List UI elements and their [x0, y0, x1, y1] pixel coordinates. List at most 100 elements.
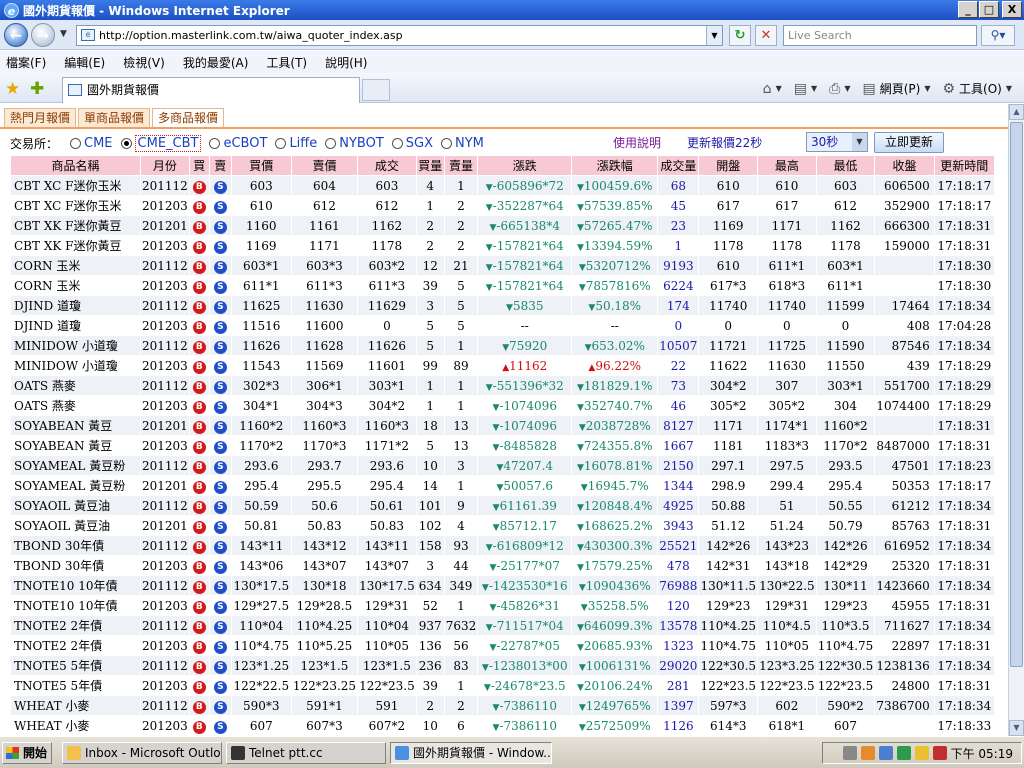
window-titlebar[interactable]: e 國外期貨報價 - Windows Internet Explorer _ □… [0, 0, 1024, 20]
buy-button[interactable]: B [192, 680, 206, 694]
table-row[interactable]: TNOTE2 2年債 201112 B S 110*04 110*4.25 110*04 93… [10, 615, 995, 636]
sell-button[interactable]: S [213, 540, 227, 554]
help-link[interactable]: 使用說明 [613, 134, 661, 151]
search-icon[interactable]: ⚲▾ [981, 25, 1015, 46]
sell-button[interactable]: S [213, 440, 227, 454]
security-icon[interactable] [896, 746, 911, 760]
sell-button[interactable]: S [213, 420, 227, 434]
tab-single-quote[interactable]: 單商品報價 [78, 108, 151, 128]
update-now-button[interactable]: 立即更新 [874, 132, 944, 153]
exchange-nym[interactable]: NYM [455, 136, 484, 151]
scrollbar-thumb[interactable] [1010, 122, 1023, 667]
buy-button[interactable]: B [192, 540, 206, 554]
sell-button[interactable]: S [213, 400, 227, 414]
task-outlook[interactable]: Inbox - Microsoft Outlook [62, 742, 222, 764]
task-ie[interactable]: 國外期貨報價 - Window... [390, 742, 552, 764]
sell-button[interactable]: S [213, 260, 227, 274]
radio-cme-cbt[interactable] [120, 137, 132, 149]
table-row[interactable]: OATS 燕麥 201112 B S 302*3 306*1 303*1 1 1 ▼-551396… [10, 375, 995, 396]
sell-button[interactable]: S [213, 660, 227, 674]
table-row[interactable]: TNOTE2 2年債 201203 B S 110*4.75 110*5.25 110*05… [10, 635, 995, 656]
buy-button[interactable]: B [192, 480, 206, 494]
sell-button[interactable]: S [213, 720, 227, 734]
sell-button[interactable]: S [213, 600, 227, 614]
table-row[interactable]: OATS 燕麥 201203 B S 304*1 304*3 304*2 1 1 ▼-107409… [10, 395, 995, 416]
favorites-star-icon[interactable]: ★ [5, 79, 20, 99]
address-dropdown-icon[interactable]: ▼ [706, 26, 722, 45]
table-row[interactable]: TNOTE5 5年債 201112 B S 123*1.25 123*1.5 123*1.5… [10, 655, 995, 676]
address-input[interactable]: e http://option.masterlink.com.tw/aiwa_q… [76, 25, 723, 46]
radio-sgx[interactable] [391, 137, 403, 149]
buy-button[interactable]: B [192, 360, 206, 374]
buy-button[interactable]: B [192, 340, 206, 354]
buy-button[interactable]: B [192, 220, 206, 234]
radio-liffe[interactable] [275, 137, 287, 149]
table-row[interactable]: SOYAMEAL 黃豆粉 201201 B S 295.4 295.5 295.4 14 1 ▼5… [10, 475, 995, 496]
buy-button[interactable]: B [192, 620, 206, 634]
sell-button[interactable]: S [213, 580, 227, 594]
table-row[interactable]: CBT XK F迷你黃豆 201203 B S 1169 1171 1178 2 2 ▼-1578… [10, 235, 995, 256]
sell-button[interactable]: S [213, 300, 227, 314]
buy-button[interactable]: B [192, 520, 206, 534]
home-icon[interactable]: ⌂ [763, 81, 772, 97]
radio-nym[interactable] [441, 137, 453, 149]
close-button[interactable]: X [1002, 1, 1022, 18]
radio-cme[interactable] [70, 137, 82, 149]
sell-button[interactable]: S [213, 340, 227, 354]
sell-button[interactable]: S [213, 560, 227, 574]
forward-button[interactable]: → [31, 23, 55, 47]
refresh-icon[interactable]: ↻ [729, 25, 751, 46]
sell-button[interactable]: S [213, 520, 227, 534]
tray-app-icon[interactable] [860, 746, 875, 760]
exchange-cme-cbt[interactable]: CME_CBT [134, 134, 202, 152]
maximize-button[interactable]: □ [979, 1, 999, 18]
buy-button[interactable]: B [192, 600, 206, 614]
shield-icon[interactable] [932, 746, 947, 760]
sell-button[interactable]: S [213, 200, 227, 214]
recent-pages-dropdown-icon[interactable]: ▼ [60, 29, 67, 39]
menu-view[interactable]: 檢視(V) [123, 54, 165, 71]
tab-hot-month-quotes[interactable]: 熱門月報價 [4, 108, 77, 128]
table-row[interactable]: TBOND 30年債 201203 B S 143*06 143*07 143*07 3 44 ▼… [10, 555, 995, 576]
menu-tools[interactable]: 工具(T) [266, 54, 307, 71]
table-row[interactable]: CBT XK F迷你黃豆 201201 B S 1160 1161 1162 2 2 ▼-6651… [10, 215, 995, 236]
scroll-up-icon[interactable]: ▲ [1009, 104, 1024, 120]
sell-button[interactable]: S [213, 460, 227, 474]
exchange-nybot[interactable]: NYBOT [339, 136, 384, 151]
exchange-cme[interactable]: CME [84, 136, 113, 151]
sell-button[interactable]: S [213, 280, 227, 294]
table-row[interactable]: MINIDOW 小道瓊 201112 B S 11626 11628 11626 5 1 ▼759… [10, 335, 995, 356]
back-button[interactable]: ← [4, 23, 28, 47]
table-row[interactable]: SOYAMEAL 黃豆粉 201112 B S 293.6 293.7 293.6 10 3 ▼4… [10, 455, 995, 476]
exchange-ecbot[interactable]: eCBOT [223, 136, 267, 151]
new-tab-button[interactable] [362, 79, 390, 101]
buy-button[interactable]: B [192, 380, 206, 394]
add-favorite-icon[interactable]: ✚ [30, 79, 44, 99]
table-row[interactable]: WHEAT 小麥 201112 B S 590*3 591*1 591 2 2 ▼-7386110… [10, 695, 995, 716]
table-row[interactable]: CBT XC F迷你玉米 201203 B S 610 612 612 1 2 ▼-352287*… [10, 195, 995, 216]
sell-button[interactable]: S [213, 240, 227, 254]
sell-button[interactable]: S [213, 320, 227, 334]
buy-button[interactable]: B [192, 180, 206, 194]
messenger-icon[interactable] [914, 746, 929, 760]
sell-button[interactable]: S [213, 620, 227, 634]
buy-button[interactable]: B [192, 700, 206, 714]
network-icon[interactable] [878, 746, 893, 760]
sell-button[interactable]: S [213, 380, 227, 394]
buy-button[interactable]: B [192, 720, 206, 734]
table-row[interactable]: SOYABEAN 黃豆 201203 B S 1170*2 1170*3 1171*2 5 13… [10, 435, 995, 456]
refresh-interval-select[interactable]: 30秒 ▼ [806, 132, 868, 152]
table-row[interactable]: TNOTE5 5年債 201203 B S 122*22.5 122*23.25 122*2… [10, 675, 995, 696]
table-row[interactable]: MINIDOW 小道瓊 201203 B S 11543 11569 11601 99 89 ▲1… [10, 355, 995, 376]
clock[interactable]: 下午 05:19 [951, 745, 1013, 762]
sell-button[interactable]: S [213, 680, 227, 694]
sell-button[interactable]: S [213, 500, 227, 514]
sell-button[interactable]: S [213, 220, 227, 234]
search-input[interactable]: Live Search [783, 25, 977, 46]
radio-nybot[interactable] [325, 137, 337, 149]
table-row[interactable]: TBOND 30年債 201112 B S 143*11 143*12 143*11 158 9… [10, 535, 995, 556]
radio-ecbot[interactable] [209, 137, 221, 149]
task-telnet[interactable]: Telnet ptt.cc [226, 742, 386, 764]
keyboard-icon[interactable] [842, 746, 857, 760]
buy-button[interactable]: B [192, 580, 206, 594]
